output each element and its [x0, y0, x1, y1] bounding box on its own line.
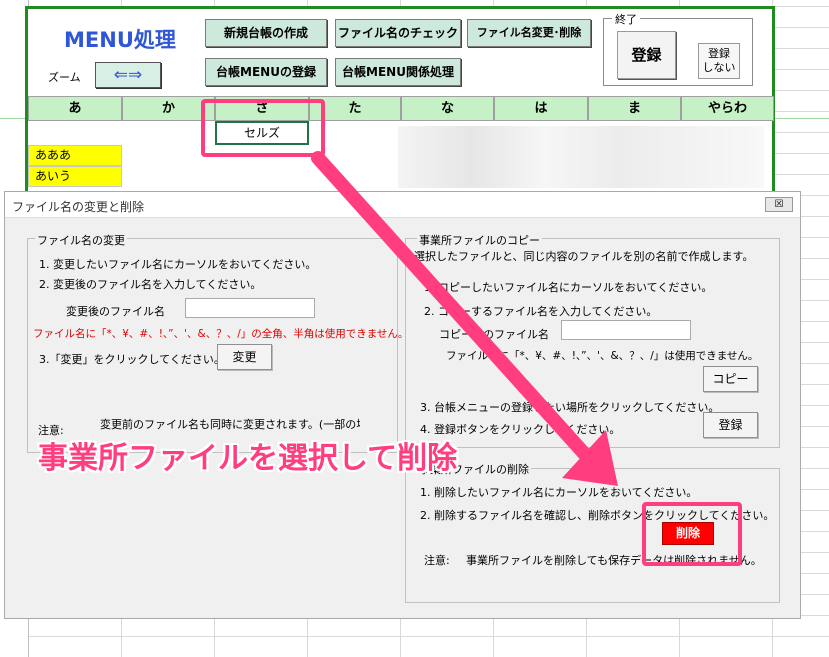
zoom-button[interactable]: ⇐⇒ [95, 62, 161, 88]
row-label-cell[interactable]: あいう [28, 166, 122, 187]
dialog-titlebar[interactable]: ファイル名の変更と削除 ☒ [5, 192, 800, 218]
copy-step2: 2. コピーするファイル名を入力してください。 [424, 305, 658, 318]
new-ledger-button[interactable]: 新規台帳の作成 [205, 19, 327, 47]
column-header-ha[interactable]: は [494, 96, 588, 121]
column-header-na[interactable]: な [401, 96, 494, 121]
filename-change-delete-button[interactable]: ファイル名変更･削除 [467, 19, 591, 47]
copy-name-label: コピー後のファイル名 [439, 328, 549, 341]
register-copy-button[interactable]: 登録 [703, 412, 758, 438]
copy-step3: 3. 台帳メニューの登録したい場所をクリックしてください。 [420, 401, 720, 414]
zoom-label: ズーム [48, 71, 81, 84]
rename-note-text: 変更前のファイル名も同時に変更されます。(一部の場合) [100, 418, 360, 431]
close-icon[interactable]: ☒ [765, 197, 793, 212]
ledger-menu-register-button[interactable]: 台帳MENUの登録 [205, 58, 327, 86]
new-name-input[interactable] [185, 298, 315, 318]
column-header-ma[interactable]: ま [588, 96, 681, 121]
no-register-line2: しない [702, 61, 736, 74]
change-button[interactable]: 変更 [217, 344, 272, 370]
copy-name-input[interactable] [561, 320, 691, 340]
filename-check-button[interactable]: ファイル名のチェック [335, 19, 461, 47]
copy-warning: ファイル名に「*、¥、#、!、”、'、&、？、/」は使用できません。 [446, 350, 759, 362]
row-label-cell[interactable]: あああ [28, 145, 122, 166]
rename-step2: 2. 変更後のファイル名を入力してください。 [39, 278, 262, 291]
copy-step1: 1. コピーしたいファイル名にカーソルをおいてください。 [424, 281, 713, 294]
new-name-label: 変更後のファイル名 [66, 305, 165, 318]
menu-title: MENU処理 [64, 28, 176, 52]
highlight-box-delete-button [642, 502, 742, 566]
rename-warning: ファイル名に「*、¥、#、!、”、'、&、？、/」の全角、半角は使用できません。 [33, 328, 409, 340]
delete-step1: 1. 削除したいファイル名にカーソルをおいてください。 [420, 486, 698, 499]
end-group-legend: 終了 [612, 11, 640, 27]
blurred-cells [398, 126, 764, 188]
column-header-a[interactable]: あ [28, 96, 122, 121]
column-header-yarawa[interactable]: やらわ [681, 96, 774, 121]
ledger-menu-related-button[interactable]: 台帳MENU関係処理 [335, 58, 461, 86]
copy-description: 選択したファイルと、同じ内容のファイルを別の名前で作成します。 [414, 250, 754, 263]
copy-group-legend: 事業所ファイルのコピー [417, 232, 542, 248]
register-button[interactable]: 登録 [617, 31, 676, 79]
copy-button[interactable]: コピー [703, 366, 758, 392]
no-register-line1: 登録 [708, 47, 730, 60]
rename-step3: 3.「変更」をクリックしてください。 [39, 353, 225, 366]
rename-group-legend: ファイル名の変更 [35, 232, 127, 248]
delete-note-label: 注意: [424, 554, 450, 567]
highlight-box-selected-cell [201, 99, 325, 157]
dialog-title: ファイル名の変更と削除 [12, 200, 145, 214]
annotation-caption: 事業所ファイルを選択して削除 [38, 441, 458, 476]
no-register-button[interactable]: 登録 しない [698, 43, 740, 79]
rename-step1: 1. 変更したいファイル名にカーソルをおいてください。 [39, 258, 317, 271]
